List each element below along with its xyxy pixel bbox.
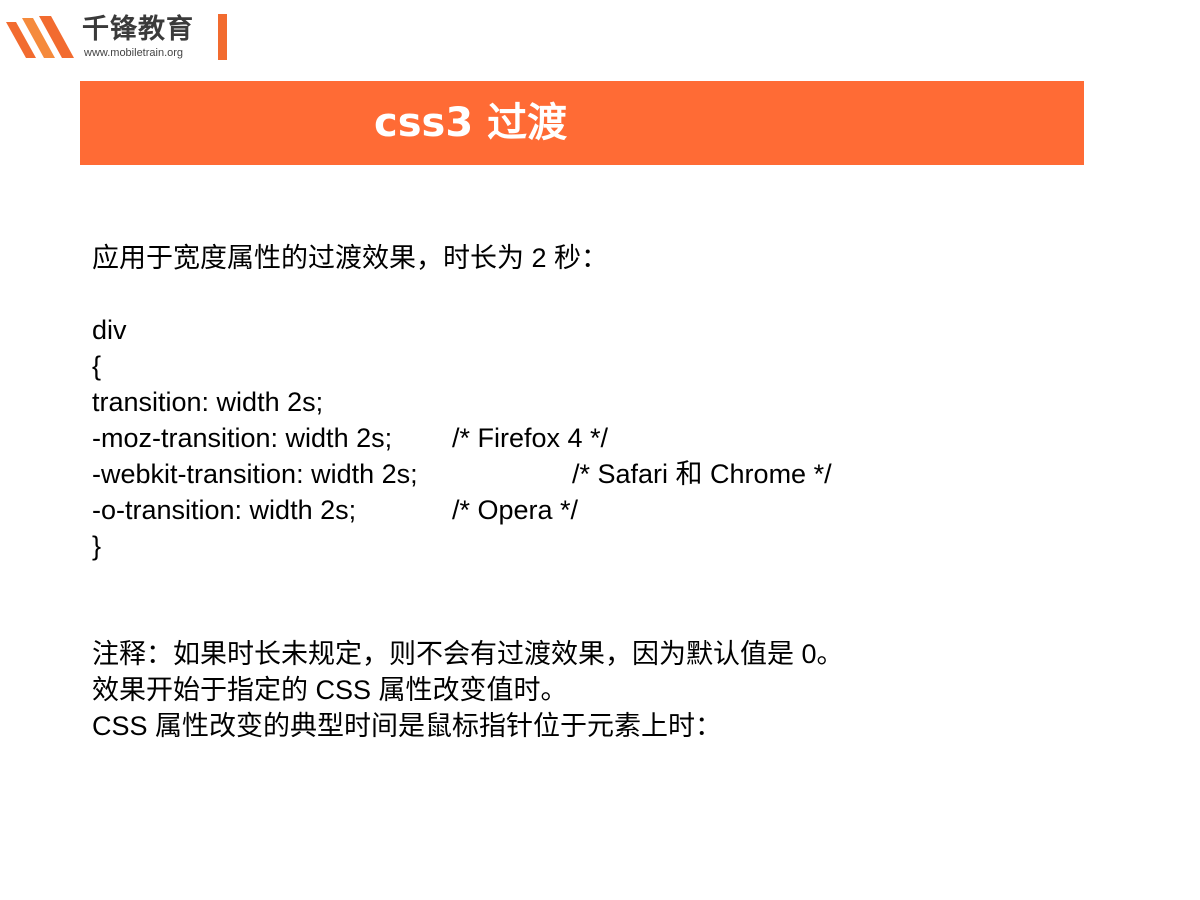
- code-line: -moz-transition: width 2s; /* Firefox 4 …: [92, 420, 1152, 456]
- intro-text: 应用于宽度属性的过渡效果，时长为 2 秒：: [92, 243, 609, 273]
- page-title: css3 过渡: [374, 100, 568, 146]
- code-text: -moz-transition: width 2s;: [92, 423, 393, 453]
- code-comment: /* Opera */: [452, 495, 579, 525]
- code-text: -o-transition: width 2s;: [92, 495, 357, 525]
- code-text: }: [92, 531, 102, 561]
- code-line: transition: width 2s;: [92, 384, 1152, 420]
- brand-url: www.mobiletrain.org: [84, 47, 184, 59]
- code-text: -webkit-transition: width 2s;: [92, 459, 418, 489]
- code-line: {: [92, 348, 1152, 384]
- brand-logo-mark-icon: [6, 16, 74, 58]
- code-block: div { transition: width 2s; -moz-transit…: [92, 312, 1152, 564]
- brand-accent-bar: [218, 14, 227, 60]
- slide-content: 应用于宽度属性的过渡效果，时长为 2 秒： div { transition: …: [92, 240, 1152, 744]
- note-text: CSS 属性改变的典型时间是鼠标指针位于元素上时：: [92, 711, 723, 741]
- code-text: div: [92, 315, 127, 345]
- code-line: }: [92, 528, 1152, 564]
- code-line: -webkit-transition: width 2s; /* Safari …: [92, 456, 1152, 492]
- code-comment: /* Firefox 4 */: [452, 423, 609, 453]
- code-comment: /* Safari 和 Chrome */: [572, 459, 832, 489]
- brand-logo: 千锋教育 www.mobiletrain.org: [6, 14, 227, 62]
- note-text: 效果开始于指定的 CSS 属性改变值时。: [92, 675, 568, 705]
- title-banner: css3 过渡: [80, 81, 1084, 165]
- brand-name: 千锋教育: [82, 14, 194, 45]
- code-line: div: [92, 312, 1152, 348]
- note-text: 注释：如果时长未规定，则不会有过渡效果，因为默认值是 0。: [92, 639, 844, 669]
- code-text: transition: width 2s;: [92, 387, 324, 417]
- code-text: {: [92, 351, 102, 381]
- code-line: -o-transition: width 2s; /* Opera */: [92, 492, 1152, 528]
